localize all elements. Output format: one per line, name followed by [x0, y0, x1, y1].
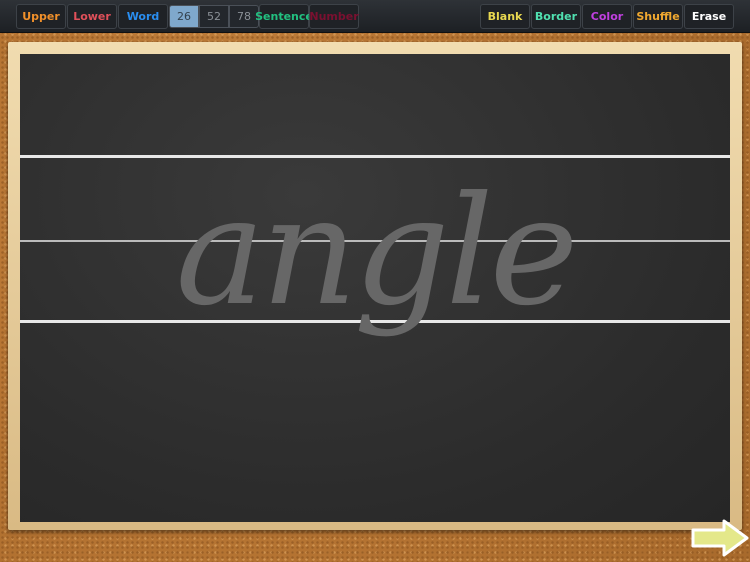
erase-button[interactable]: Erase: [684, 4, 734, 29]
guide-line-top: [20, 155, 730, 158]
word-button[interactable]: Word: [118, 4, 168, 29]
tracing-word: angle: [175, 165, 579, 339]
lower-button[interactable]: Lower: [67, 4, 117, 29]
count-26-segment[interactable]: 26: [169, 5, 199, 28]
number-button[interactable]: Number: [309, 4, 359, 29]
count-52-segment[interactable]: 52: [199, 5, 229, 28]
blank-button[interactable]: Blank: [480, 4, 530, 29]
sentence-button[interactable]: Sentence: [255, 4, 313, 29]
color-button[interactable]: Color: [582, 4, 632, 29]
shuffle-button[interactable]: Shuffle: [633, 4, 683, 29]
arrow-right-icon[interactable]: [690, 518, 750, 558]
toolbar: Upper Lower Word 26 52 78 Sentence Numbe…: [0, 0, 750, 33]
border-button[interactable]: Border: [531, 4, 581, 29]
upper-button[interactable]: Upper: [16, 4, 66, 29]
